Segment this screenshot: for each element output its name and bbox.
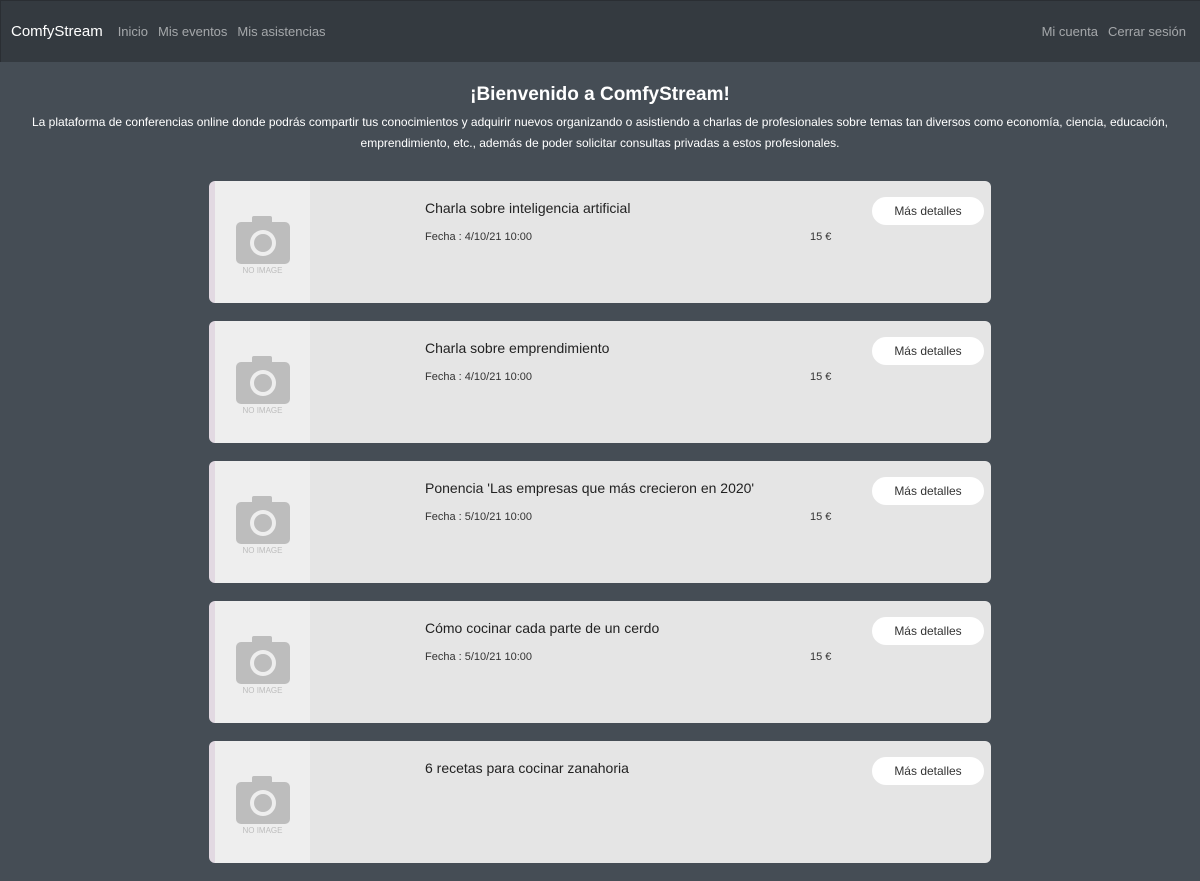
event-price: 15 €: [810, 511, 832, 523]
event-card: NO IMAGE Cómo cocinar cada parte de un c…: [209, 601, 991, 723]
nav-link-mis-asistencias[interactable]: Mis asistencias: [237, 24, 325, 39]
navbar-right: Mi cuenta Cerrar sesión: [1032, 24, 1186, 39]
event-title: Charla sobre inteligencia artificial: [425, 200, 631, 216]
no-image-label: NO IMAGE: [242, 686, 283, 695]
event-title: Cómo cocinar cada parte de un cerdo: [425, 620, 660, 636]
navbar-left: ComfyStream Inicio Mis eventos Mis asist…: [11, 23, 336, 40]
no-image-label: NO IMAGE: [242, 826, 283, 835]
camera-icon: [236, 496, 290, 544]
no-image-label: NO IMAGE: [242, 266, 283, 275]
nav-link-mi-cuenta[interactable]: Mi cuenta: [1042, 24, 1098, 39]
event-thumbnail: NO IMAGE: [215, 601, 310, 723]
event-card: NO IMAGE 6 recetas para cocinar zanahori…: [209, 741, 991, 863]
event-card: NO IMAGE Charla sobre inteligencia artif…: [209, 181, 991, 303]
more-details-button[interactable]: Más detalles: [872, 757, 984, 785]
no-image-label: NO IMAGE: [242, 546, 283, 555]
nav-link-inicio[interactable]: Inicio: [118, 24, 148, 39]
event-title: 6 recetas para cocinar zanahoria: [425, 760, 629, 776]
brand-logo[interactable]: ComfyStream: [11, 23, 103, 40]
event-thumbnail: NO IMAGE: [215, 321, 310, 443]
event-thumbnail: NO IMAGE: [215, 461, 310, 583]
event-card: NO IMAGE Charla sobre emprendimiento Fec…: [209, 321, 991, 443]
welcome-section: ¡Bienvenido a ComfyStream! La plataforma…: [0, 84, 1200, 154]
event-date: Fecha : 4/10/21 10:00: [425, 371, 533, 383]
camera-icon: [236, 636, 290, 684]
welcome-description: La plataforma de conferencias online don…: [32, 115, 1168, 150]
event-price: 15 €: [810, 651, 832, 663]
event-list: NO IMAGE Charla sobre inteligencia artif…: [209, 181, 991, 881]
event-date: Fecha : 4/10/21 10:00: [425, 231, 533, 243]
no-image-label: NO IMAGE: [242, 406, 283, 415]
page-title: ¡Bienvenido a ComfyStream!: [470, 84, 730, 105]
event-price: 15 €: [810, 231, 832, 243]
camera-icon: [236, 356, 290, 404]
event-title: Charla sobre emprendimiento: [425, 340, 610, 356]
nav-link-mis-eventos[interactable]: Mis eventos: [158, 24, 227, 39]
event-title: Ponencia 'Las empresas que más crecieron…: [425, 480, 755, 496]
nav-link-cerrar-sesion[interactable]: Cerrar sesión: [1108, 24, 1186, 39]
camera-icon: [236, 216, 290, 264]
event-date: Fecha : 5/10/21 10:00: [425, 651, 533, 663]
event-card: NO IMAGE Ponencia 'Las empresas que más …: [209, 461, 991, 583]
event-thumbnail: NO IMAGE: [215, 741, 310, 863]
more-details-button[interactable]: Más detalles: [872, 197, 984, 225]
event-thumbnail: NO IMAGE: [215, 181, 310, 303]
event-date: Fecha : 5/10/21 10:00: [425, 511, 533, 523]
more-details-button[interactable]: Más detalles: [872, 477, 984, 505]
camera-icon: [236, 776, 290, 824]
more-details-button[interactable]: Más detalles: [872, 337, 984, 365]
event-price: 15 €: [810, 371, 832, 383]
more-details-button[interactable]: Más detalles: [872, 617, 984, 645]
top-navbar: ComfyStream Inicio Mis eventos Mis asist…: [0, 0, 1200, 62]
